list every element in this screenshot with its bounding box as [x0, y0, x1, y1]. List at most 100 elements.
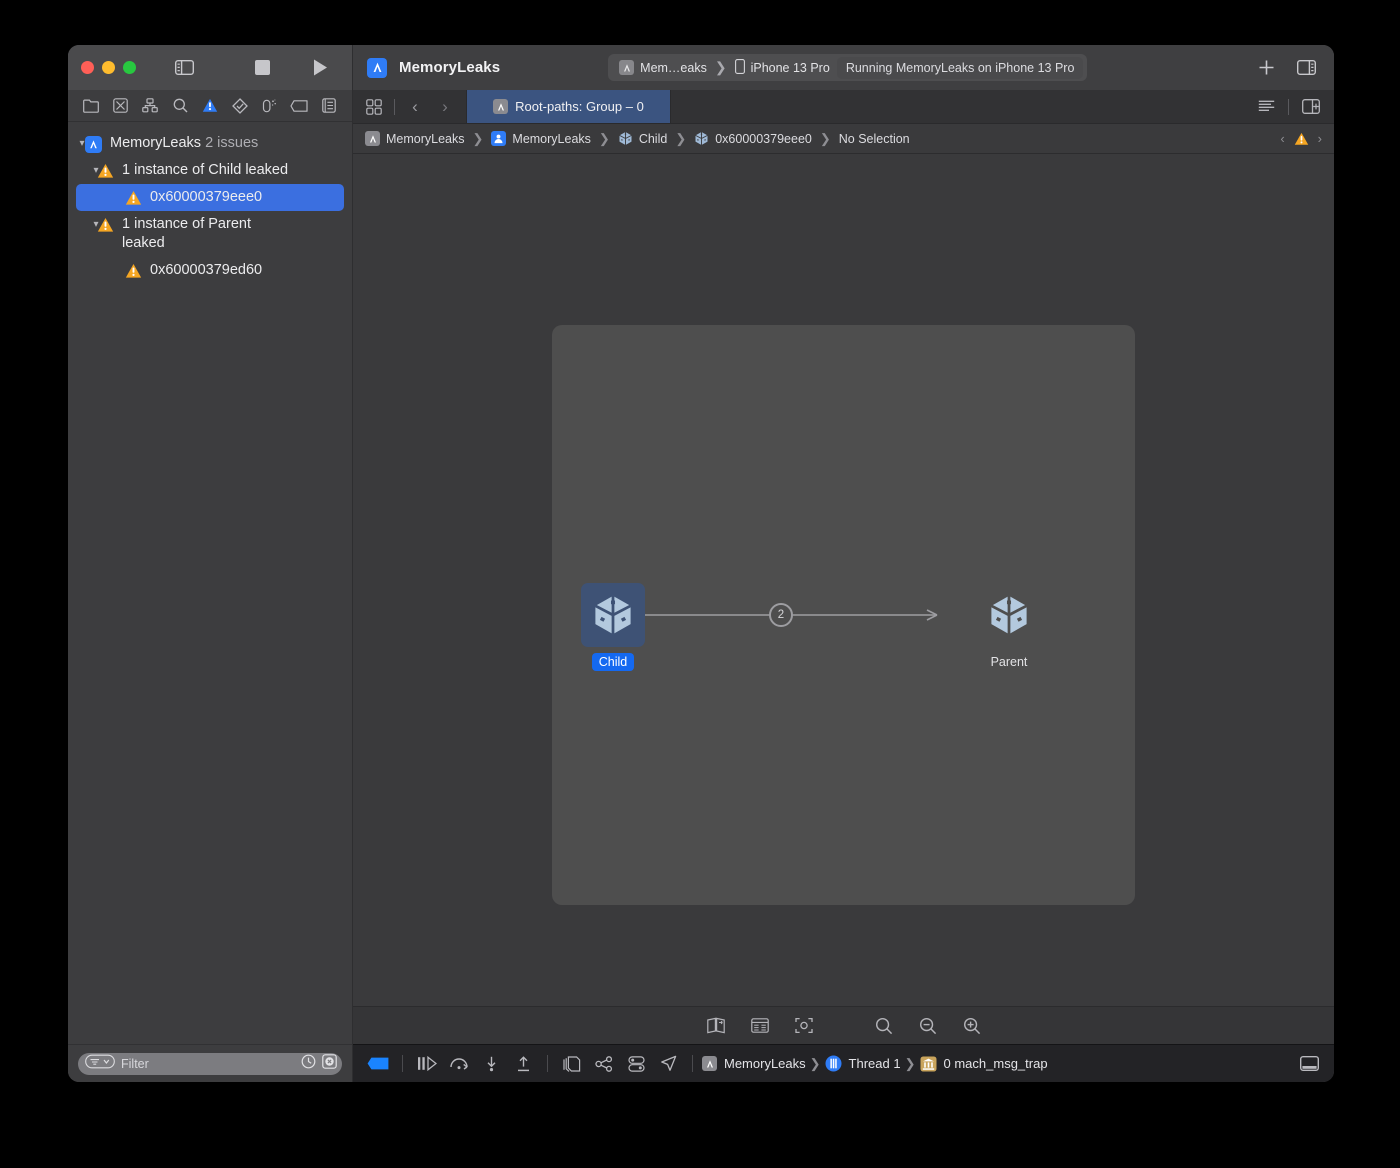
edge-count-badge[interactable]: 2: [769, 603, 793, 627]
navigator-filter-bar: Filter: [68, 1044, 352, 1082]
breadcrumb-item-selection[interactable]: No Selection: [839, 132, 910, 146]
debug-navigator-icon[interactable]: [258, 96, 280, 116]
debug-breadcrumb-process[interactable]: MemoryLeaks: [702, 1056, 806, 1071]
tab-bar-controls: ‹ ›: [353, 90, 466, 123]
editor-tab-bar: ‹ › Root-paths: Group – 0: [353, 90, 1334, 124]
next-issue-button[interactable]: ›: [1318, 131, 1322, 146]
previous-issue-button[interactable]: ‹: [1280, 131, 1284, 146]
warning-icon[interactable]: [1294, 132, 1309, 146]
continue-icon[interactable]: [412, 1051, 442, 1077]
chevron-down-icon[interactable]: ▾: [68, 134, 84, 149]
source-control-navigator-icon[interactable]: [110, 96, 132, 116]
scheme-label: Mem…eaks: [640, 61, 707, 75]
add-editor-button[interactable]: [1252, 54, 1280, 82]
breadcrumb-item-address[interactable]: 0x60000379eee0: [694, 131, 812, 146]
search-input[interactable]: Filter: [78, 1053, 342, 1075]
issue-count-label: 2 issues: [205, 135, 258, 151]
show-details-icon[interactable]: [746, 1013, 774, 1039]
divider: [692, 1055, 693, 1072]
status-badge: Running MemoryLeaks on iPhone 13 Pro: [837, 57, 1084, 79]
debug-breadcrumb-thread[interactable]: Thread 1: [825, 1055, 901, 1072]
scheme-selector[interactable]: Mem…eaks: [612, 56, 714, 79]
tree-row[interactable]: ▾ MemoryLeaks 2 issues: [68, 130, 352, 157]
graph-surface[interactable]: 2 Child: [552, 325, 1135, 905]
graph-node-label: Parent: [984, 653, 1035, 671]
divider: [547, 1055, 548, 1072]
debug-area-toggle-icon[interactable]: [1294, 1051, 1324, 1077]
breadcrumb-item-process[interactable]: MemoryLeaks: [491, 131, 591, 146]
find-navigator-icon[interactable]: [169, 96, 191, 116]
tree-row[interactable]: ▾ 1 instance of Parent leaked: [68, 211, 352, 257]
filter-scope-icon[interactable]: [85, 1054, 115, 1074]
minimize-button[interactable]: [102, 61, 115, 74]
graph-node-child[interactable]: Child: [581, 583, 645, 671]
destination-selector[interactable]: iPhone 13 Pro: [728, 56, 837, 79]
debug-breadcrumb-label: 0 mach_msg_trap: [944, 1056, 1048, 1071]
breadcrumb-item-project[interactable]: MemoryLeaks: [365, 131, 465, 146]
debug-breadcrumb-frame[interactable]: 0 mach_msg_trap: [920, 1056, 1048, 1072]
app-icon: [84, 134, 103, 153]
step-out-icon[interactable]: [508, 1051, 538, 1077]
issue-stepper: ‹ ›: [1280, 131, 1322, 146]
fit-content-icon[interactable]: [702, 1013, 730, 1039]
destination-label: iPhone 13 Pro: [751, 61, 830, 75]
memory-object-icon: [694, 131, 709, 146]
title-bar-right: MemoryLeaks Mem…eaks ❯ iPhone 13 Pro: [353, 45, 1334, 90]
issue-navigator-icon[interactable]: [199, 96, 221, 116]
memory-object-icon[interactable]: [977, 583, 1041, 647]
project-navigator-icon[interactable]: [80, 96, 102, 116]
view-hierarchy-icon[interactable]: [557, 1051, 587, 1077]
inspector-toggle-icon[interactable]: [1292, 54, 1320, 82]
chevron-down-icon[interactable]: ▾: [68, 161, 96, 176]
zoom-button[interactable]: [123, 61, 136, 74]
tree-row[interactable]: 0x60000379eee0: [76, 184, 344, 211]
tree-row[interactable]: 0x60000379ed60: [68, 257, 352, 284]
breakpoint-navigator-icon[interactable]: [288, 96, 310, 116]
sidebar-toggle-icon[interactable]: [169, 53, 199, 83]
graph-node-parent[interactable]: Parent: [977, 583, 1041, 671]
chevron-down-icon[interactable]: ▾: [68, 215, 96, 230]
simulate-location-icon[interactable]: [653, 1051, 683, 1077]
step-over-icon[interactable]: [444, 1051, 474, 1077]
memory-graph-icon[interactable]: [589, 1051, 619, 1077]
tree-label: 0x60000379eee0: [150, 188, 262, 207]
forward-button[interactable]: ›: [432, 95, 458, 119]
breadcrumb-item-child[interactable]: Child: [618, 131, 668, 146]
tree-row[interactable]: ▾ 1 instance of Child leaked: [68, 157, 352, 184]
step-into-icon[interactable]: [476, 1051, 506, 1077]
editor-pane: ‹ › Root-paths: Group – 0: [353, 90, 1334, 1082]
clock-icon[interactable]: [301, 1054, 316, 1074]
minimap-icon[interactable]: [1253, 95, 1279, 119]
breakpoints-activate-icon[interactable]: [363, 1051, 393, 1077]
environment-overrides-icon[interactable]: [621, 1051, 651, 1077]
back-button[interactable]: ‹: [402, 95, 428, 119]
stack-frame-icon: [920, 1056, 937, 1072]
test-navigator-icon[interactable]: [229, 96, 251, 116]
focus-selection-icon[interactable]: [790, 1013, 818, 1039]
canvas-toolbar: [353, 1006, 1334, 1044]
tree-label: 1 instance of Child leaked: [122, 161, 288, 180]
zoom-reset-icon[interactable]: [914, 1013, 942, 1039]
close-button[interactable]: [81, 61, 94, 74]
chevron-right-icon: ❯: [903, 1056, 918, 1072]
zoom-out-icon[interactable]: [870, 1013, 898, 1039]
stop-button[interactable]: [247, 53, 277, 83]
app-icon: [493, 99, 508, 114]
zoom-in-icon[interactable]: [958, 1013, 986, 1039]
split-editor-icon[interactable]: [1298, 95, 1324, 119]
memory-object-icon[interactable]: [581, 583, 645, 647]
editor-grid-icon[interactable]: [361, 95, 387, 119]
scheme-destination-bar[interactable]: Mem…eaks ❯ iPhone 13 Pro Running MemoryL…: [608, 54, 1087, 81]
app-icon: [367, 58, 387, 78]
divider: [1288, 99, 1289, 115]
symbol-navigator-icon[interactable]: [139, 96, 161, 116]
thread-icon: [825, 1055, 842, 1072]
title-bar-left: [68, 45, 353, 90]
navigator-tab-bar: [68, 90, 352, 122]
run-button[interactable]: [305, 53, 335, 83]
disclosure-spacer: [68, 261, 124, 265]
report-navigator-icon[interactable]: [318, 96, 340, 116]
tab-root-paths-group-0[interactable]: Root-paths: Group – 0: [466, 90, 671, 123]
memory-graph-canvas[interactable]: 2 Child: [353, 154, 1334, 1006]
clear-icon[interactable]: [322, 1054, 337, 1074]
